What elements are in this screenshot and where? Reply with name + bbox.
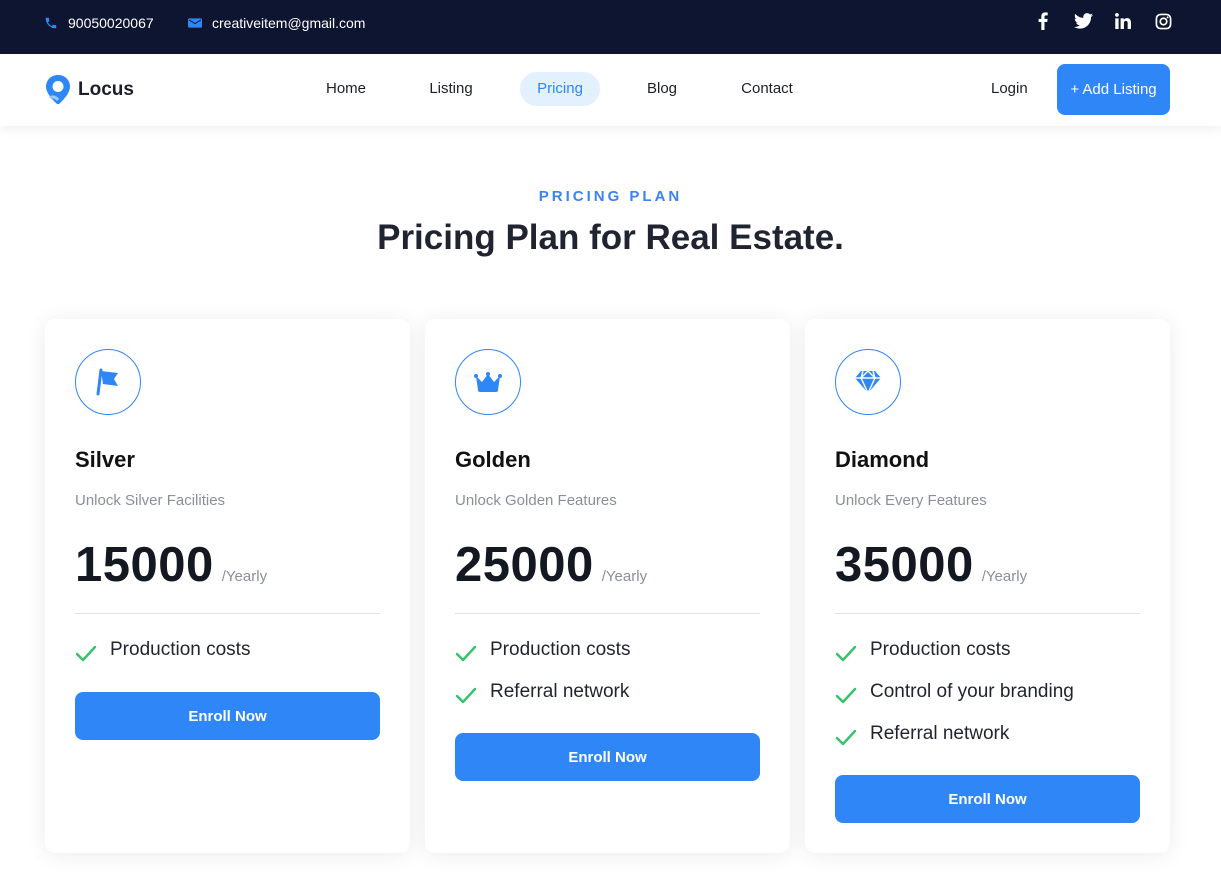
divider: [455, 613, 760, 614]
plan-subtitle: Unlock Silver Facilities: [75, 492, 226, 509]
twitter-icon[interactable]: [1073, 10, 1093, 32]
nav-item-blog[interactable]: Blog: [630, 72, 694, 106]
price-row: 25000 /Yearly: [455, 537, 647, 593]
plan-price: 35000: [835, 538, 974, 592]
section-title: Pricing Plan for Real Estate.: [377, 218, 844, 257]
feature-list: Production costs Referral network: [455, 629, 630, 713]
plan-name: Golden: [455, 447, 531, 472]
nav-menu: Home Listing Pricing Blog Contact: [0, 72, 1221, 106]
feature-label: Production costs: [870, 639, 1011, 660]
section-kicker: PRICING PLAN: [538, 188, 683, 205]
login-link[interactable]: Login: [991, 72, 1028, 106]
flag-icon: [96, 368, 118, 396]
plan-period: /Yearly: [221, 568, 268, 585]
feature-label: Referral network: [490, 681, 630, 702]
plan-icon-circle: [835, 349, 901, 415]
feature-item: Production costs: [835, 629, 1074, 671]
linkedin-icon[interactable]: [1113, 10, 1133, 32]
enroll-now-button[interactable]: Enroll Now: [455, 733, 760, 781]
plan-name: Silver: [75, 447, 135, 472]
checkmark-icon: [835, 645, 857, 662]
nav-item-pricing[interactable]: Pricing: [520, 72, 600, 106]
facebook-icon[interactable]: [1033, 10, 1053, 32]
top-bar: 90050020067 creativeitem@gmail.com: [0, 0, 1221, 54]
nav-item-home[interactable]: Home: [310, 72, 382, 106]
plan-price: 15000: [75, 538, 214, 592]
diamond-icon: [855, 370, 881, 394]
plan-name: Diamond: [835, 447, 930, 472]
main-navbar: Locus Home Listing Pricing Blog Contact …: [0, 54, 1221, 126]
feature-label: Production costs: [110, 639, 251, 660]
instagram-icon[interactable]: [1153, 10, 1173, 32]
feature-label: Production costs: [490, 639, 631, 660]
email-address: creativeitem@gmail.com: [212, 15, 366, 31]
feature-list: Production costs: [75, 629, 250, 671]
crown-icon: [474, 372, 502, 392]
enroll-now-button[interactable]: Enroll Now: [835, 775, 1140, 823]
feature-item: Referral network: [835, 713, 1074, 755]
plan-price: 25000: [455, 538, 594, 592]
phone-icon: [45, 17, 57, 29]
divider: [835, 613, 1140, 614]
checkmark-icon: [455, 687, 477, 704]
feature-item: Referral network: [455, 671, 630, 713]
feature-item: Production costs: [75, 629, 250, 671]
pricing-card-silver: Silver Unlock Silver Facilities 15000 /Y…: [45, 319, 410, 853]
envelope-icon: [188, 18, 202, 28]
nav-item-contact[interactable]: Contact: [725, 72, 809, 106]
enroll-now-button[interactable]: Enroll Now: [75, 692, 380, 740]
price-row: 15000 /Yearly: [75, 537, 267, 593]
nav-item-listing[interactable]: Listing: [414, 72, 488, 106]
checkmark-icon: [75, 645, 97, 662]
feature-item: Control of your branding: [835, 671, 1074, 713]
plan-period: /Yearly: [981, 568, 1028, 585]
plan-icon-circle: [455, 349, 521, 415]
pricing-card-diamond: Diamond Unlock Every Features 35000 /Yea…: [805, 319, 1170, 853]
feature-item: Production costs: [455, 629, 630, 671]
phone-number: 90050020067: [68, 15, 154, 31]
social-links: [1033, 10, 1173, 32]
plan-period: /Yearly: [601, 568, 648, 585]
plan-subtitle: Unlock Every Features: [835, 492, 987, 509]
checkmark-icon: [455, 645, 477, 662]
checkmark-icon: [835, 687, 857, 704]
divider: [75, 613, 380, 614]
plan-icon-circle: [75, 349, 141, 415]
feature-label: Referral network: [870, 723, 1010, 744]
add-listing-button[interactable]: + Add Listing: [1057, 64, 1170, 115]
feature-label: Control of your branding: [870, 681, 1074, 702]
phone-contact[interactable]: 90050020067: [44, 0, 154, 46]
pricing-card-golden: Golden Unlock Golden Features 25000 /Yea…: [425, 319, 790, 853]
plan-subtitle: Unlock Golden Features: [455, 492, 617, 509]
checkmark-icon: [835, 729, 857, 746]
feature-list: Production costs Control of your brandin…: [835, 629, 1074, 755]
email-contact[interactable]: creativeitem@gmail.com: [188, 0, 365, 46]
price-row: 35000 /Yearly: [835, 537, 1027, 593]
